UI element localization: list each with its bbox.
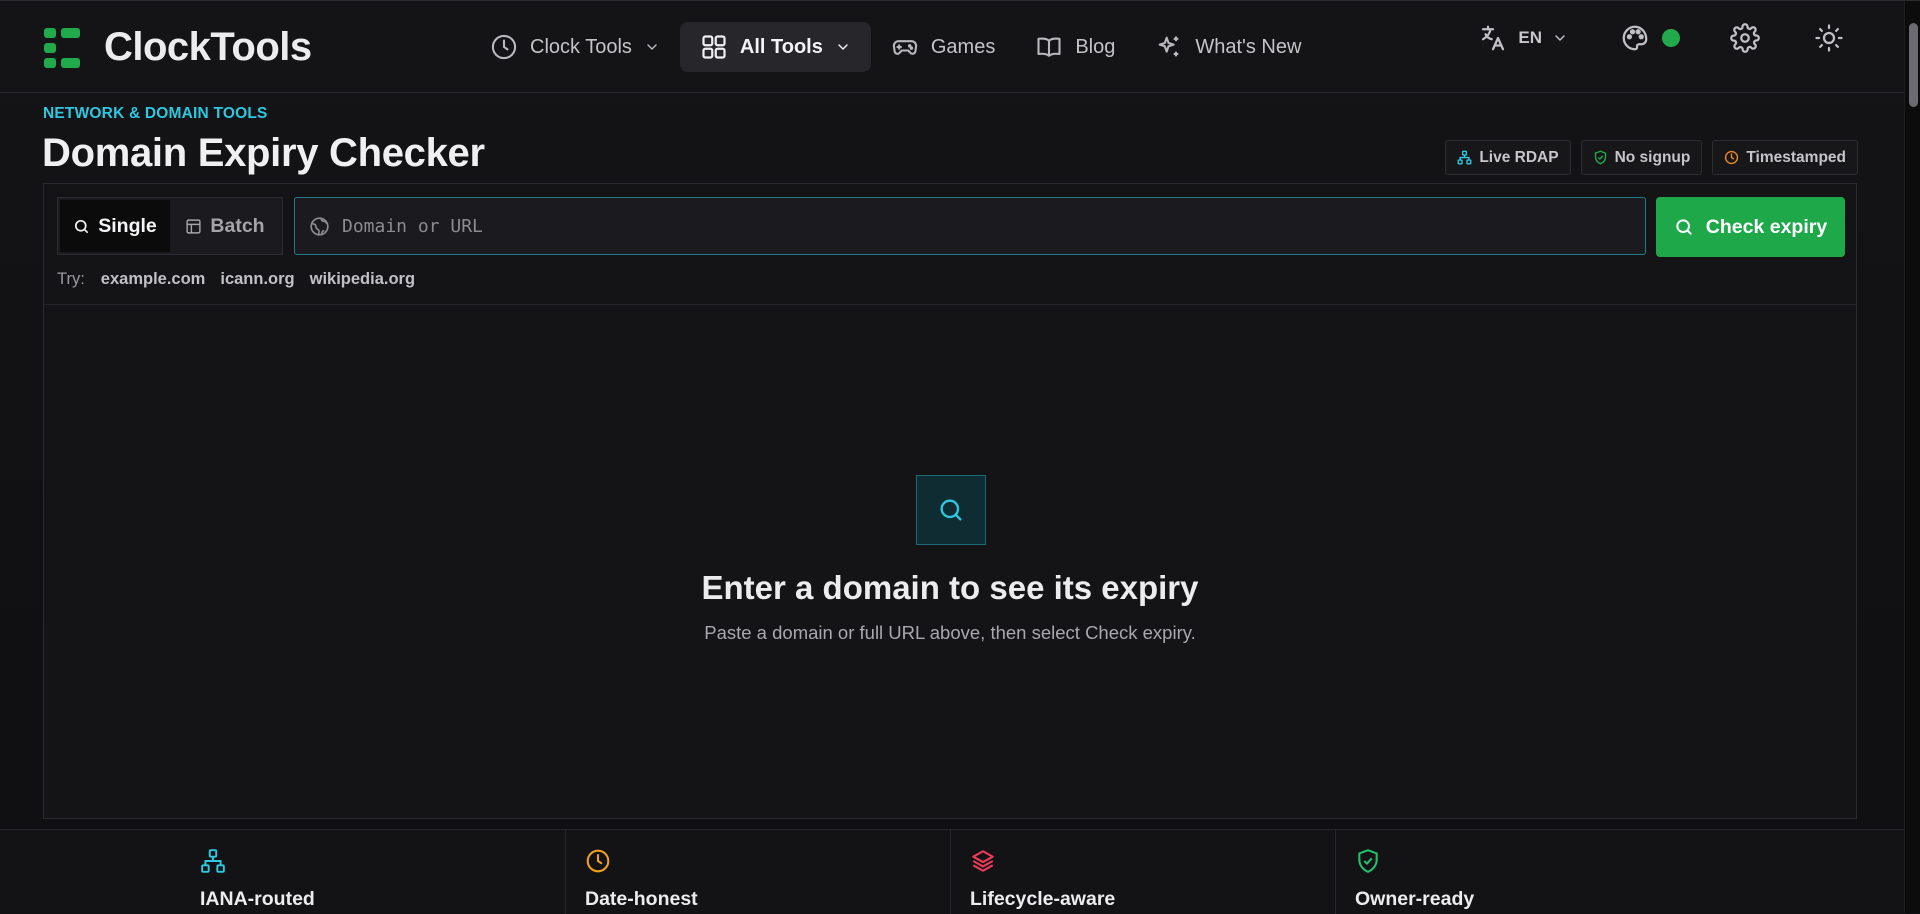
language-label: EN bbox=[1518, 28, 1542, 47]
clock-icon bbox=[491, 34, 517, 60]
page-eyebrow: NETWORK & DOMAIN TOOLS bbox=[43, 105, 268, 122]
feature-title: IANA-routed bbox=[200, 888, 315, 910]
mode-batch-button[interactable]: Batch bbox=[170, 200, 280, 252]
clock-icon bbox=[1725, 150, 1739, 165]
example-domain-link[interactable]: wikipedia.org bbox=[310, 270, 415, 289]
example-domain-link[interactable]: icann.org bbox=[220, 270, 294, 289]
header-actions: EN bbox=[1478, 23, 1844, 53]
app-frame: ClockTools Clock Tools All Tools Games B… bbox=[0, 0, 1920, 914]
badge-label: No signup bbox=[1614, 148, 1691, 166]
sun-icon bbox=[1815, 24, 1843, 52]
nav-all-tools[interactable]: All Tools bbox=[679, 22, 871, 72]
search-icon bbox=[75, 219, 89, 233]
panel-divider bbox=[44, 304, 1856, 305]
nav-whats-new[interactable]: What's New bbox=[1135, 22, 1321, 72]
top-navbar: ClockTools Clock Tools All Tools Games B… bbox=[0, 1, 1904, 93]
page-scrollbar[interactable] bbox=[1904, 1, 1920, 913]
nav-label: All Tools bbox=[739, 35, 823, 58]
logo-icon bbox=[44, 27, 82, 68]
theme-color-dot bbox=[1662, 29, 1680, 47]
chevron-down-icon bbox=[1555, 35, 1565, 42]
site-logo[interactable]: ClockTools bbox=[44, 25, 312, 70]
feature-badges: Live RDAP No signup Timestamped bbox=[1445, 140, 1858, 175]
feature-title: Lifecycle-aware bbox=[970, 888, 1116, 910]
main-nav: Clock Tools All Tools Games Blog What's … bbox=[470, 22, 1321, 72]
palette-icon bbox=[1622, 25, 1648, 51]
gamepad-icon bbox=[892, 40, 918, 55]
nav-label: Games bbox=[930, 35, 996, 58]
shield-check-icon bbox=[1594, 150, 1606, 165]
sparkles-icon bbox=[1158, 36, 1179, 57]
book-icon bbox=[1037, 37, 1061, 57]
tool-panel: Single Batch Check expiry Try: example.c… bbox=[43, 183, 1857, 819]
badge-timestamped: Timestamped bbox=[1712, 140, 1858, 175]
empty-state-subtitle: Paste a domain or full URL above, then s… bbox=[704, 622, 1196, 643]
translate-icon bbox=[1482, 25, 1505, 51]
nav-label: What's New bbox=[1195, 35, 1302, 58]
color-theme-picker[interactable] bbox=[1620, 23, 1680, 53]
nav-label: Blog bbox=[1075, 35, 1116, 58]
example-domain-link[interactable]: example.com bbox=[101, 270, 206, 289]
nav-label: Clock Tools bbox=[530, 35, 632, 58]
scrollbar-thumb[interactable] bbox=[1909, 23, 1918, 107]
mode-label: Batch bbox=[210, 214, 265, 237]
features-strip: IANA-routed Date-honest Lifecycle-aware … bbox=[0, 829, 1904, 914]
logo-text: ClockTools bbox=[104, 25, 312, 69]
nav-clock-tools[interactable]: Clock Tools bbox=[470, 22, 680, 72]
check-expiry-label: Check expiry bbox=[1705, 215, 1828, 238]
badge-no-signup: No signup bbox=[1580, 140, 1703, 175]
gear-icon bbox=[1730, 23, 1760, 53]
mode-toggle: Single Batch bbox=[57, 197, 283, 255]
network-icon bbox=[201, 849, 225, 873]
search-icon bbox=[1676, 219, 1692, 235]
feature-title: Date-honest bbox=[585, 888, 698, 910]
settings-button[interactable] bbox=[1730, 23, 1760, 53]
badge-live-rdap: Live RDAP bbox=[1445, 140, 1571, 175]
page-title: Domain Expiry Checker bbox=[42, 131, 485, 175]
chevron-down-icon bbox=[838, 44, 848, 51]
mode-label: Single bbox=[98, 214, 157, 237]
network-icon bbox=[1457, 150, 1472, 165]
domain-input[interactable] bbox=[342, 198, 1645, 254]
search-icon bbox=[940, 499, 962, 521]
badge-label: Live RDAP bbox=[1479, 148, 1559, 166]
clock-icon bbox=[586, 849, 610, 873]
grid-icon bbox=[702, 35, 726, 59]
feature-title: Owner-ready bbox=[1355, 888, 1475, 910]
shield-check-icon bbox=[1358, 849, 1378, 873]
empty-state-title: Enter a domain to see its expiry bbox=[701, 569, 1199, 606]
check-expiry-button[interactable]: Check expiry bbox=[1656, 197, 1845, 257]
table-icon bbox=[186, 218, 201, 234]
mode-single-button[interactable]: Single bbox=[60, 200, 170, 252]
example-domains: Try: example.com icann.org wikipedia.org bbox=[57, 270, 415, 289]
light-mode-toggle[interactable] bbox=[1814, 23, 1844, 53]
globe-icon bbox=[310, 216, 329, 236]
language-switcher[interactable]: EN bbox=[1478, 23, 1568, 53]
layers-icon bbox=[972, 850, 994, 872]
feature-divider bbox=[565, 830, 566, 914]
empty-state-search-icon bbox=[916, 475, 986, 545]
chevron-down-icon bbox=[647, 44, 657, 51]
nav-blog[interactable]: Blog bbox=[1015, 22, 1135, 72]
nav-games[interactable]: Games bbox=[871, 22, 1015, 72]
feature-divider bbox=[1335, 830, 1336, 914]
feature-divider bbox=[950, 830, 951, 914]
badge-label: Timestamped bbox=[1746, 148, 1846, 166]
domain-input-wrapper bbox=[294, 197, 1646, 255]
try-label: Try: bbox=[57, 270, 85, 288]
